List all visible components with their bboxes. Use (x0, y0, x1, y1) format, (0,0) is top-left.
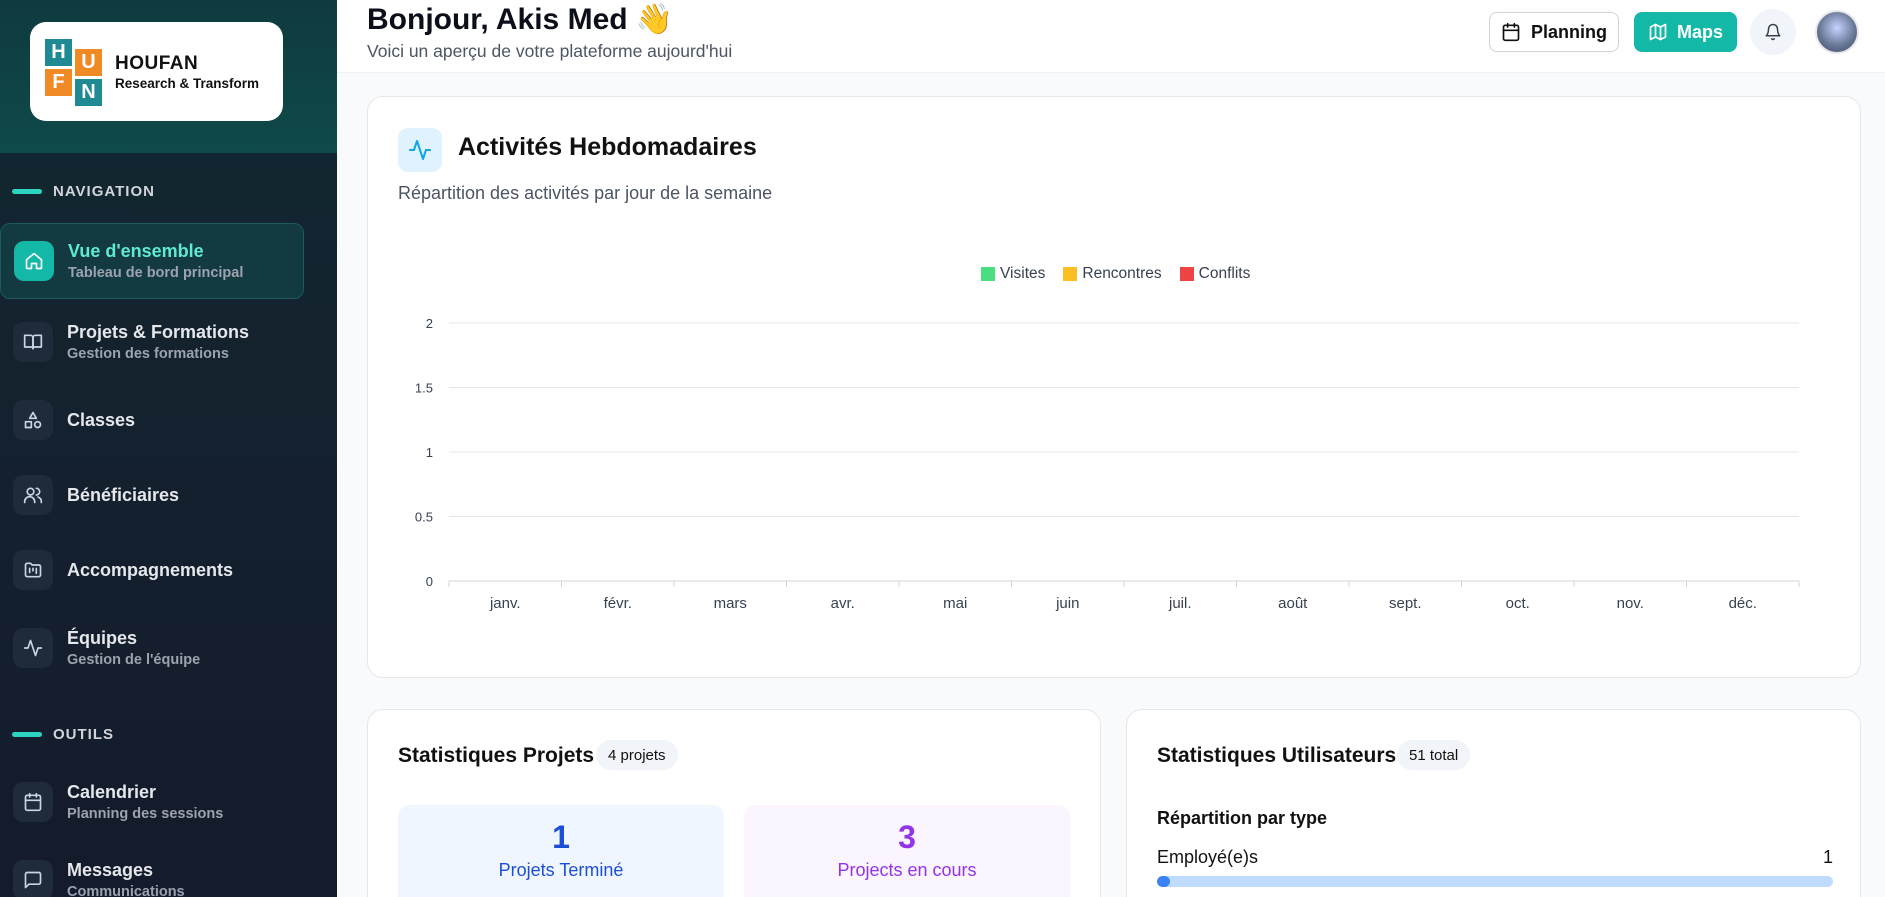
avatar[interactable] (1815, 10, 1859, 54)
message-square-icon (13, 860, 53, 897)
x-tick-label: juin (1055, 595, 1079, 612)
y-tick-label: 2 (426, 316, 433, 331)
x-tick-label: avr. (831, 595, 855, 612)
section-outils: OUTILS (12, 726, 114, 743)
kpi-value: 3 (898, 819, 916, 855)
section-navigation: NAVIGATION (12, 183, 155, 200)
sidebar-item-subtitle: Communications (67, 884, 185, 897)
maps-label: Maps (1676, 21, 1723, 42)
sidebar-item-subtitle: Planning des sessions (67, 806, 224, 822)
x-tick-label: août (1278, 595, 1308, 612)
folder-kanban-icon (13, 550, 53, 590)
y-tick-label: 0 (426, 574, 433, 589)
sidebar-item-subtitle: Gestion des formations (67, 346, 229, 362)
sidebar-item-beneficiaires[interactable]: Bénéficiaires (0, 457, 304, 533)
x-tick-label: janv. (489, 595, 521, 612)
user-stats-title: Statistiques Utilisateurs (1157, 744, 1397, 767)
kpi-value: 1 (552, 819, 570, 855)
sidebar-item-title: Classes (67, 409, 136, 430)
logo-letter-f: F (45, 68, 72, 96)
kpi-completed-projects[interactable]: 1 Projets Terminé (398, 805, 724, 897)
x-tick-label: mars (714, 595, 747, 612)
y-tick-label: 0.5 (415, 510, 433, 525)
x-tick-label: oct. (1506, 595, 1530, 612)
project-stats-card: Statistiques Projets 4 projets 1 Projets… (367, 709, 1101, 897)
activity-card: Activités Hebdomadaires Répartition des … (367, 96, 1861, 678)
logo-letter-u: U (75, 48, 102, 76)
notifications-button[interactable] (1750, 9, 1796, 55)
shapes-icon (13, 400, 53, 440)
kpi-ongoing-projects[interactable]: 3 Projects en cours (744, 805, 1070, 897)
book-open-icon (13, 322, 53, 362)
sidebar-item-calendrier[interactable]: Calendrier Planning des sessions (0, 764, 304, 840)
progress-fill (1157, 876, 1171, 887)
user-type-label: Employé(e)s (1157, 847, 1259, 867)
logo[interactable]: H U F N HOUFAN Research & Transform (30, 22, 283, 121)
user-stats-card: Statistiques Utilisateurs 51 total Répar… (1126, 709, 1861, 897)
page-title: Bonjour, Akis Med 👋 (367, 3, 674, 36)
kpi-label: Projets Terminé (498, 860, 624, 880)
logo-letter-n: N (75, 78, 102, 106)
sidebar-item-messages[interactable]: Messages Communications (0, 842, 304, 897)
brand-name: HOUFAN (115, 52, 199, 74)
x-tick-label: nov. (1617, 595, 1644, 612)
section-label: NAVIGATION (53, 183, 155, 200)
sidebar-item-title: Vue d'ensemble (68, 241, 204, 261)
section-label: OUTILS (53, 726, 114, 743)
sidebar-item-subtitle: Tableau de bord principal (68, 265, 244, 281)
project-count-badge: 4 projets (596, 740, 678, 770)
x-tick-label: mai (943, 595, 967, 612)
sidebar-item-overview[interactable]: Vue d'ensemble Tableau de bord principal (0, 223, 304, 299)
home-icon (14, 241, 54, 281)
top-header: Bonjour, Akis Med 👋 Voici un aperçu de v… (337, 0, 1885, 73)
planning-label: Planning (1531, 21, 1607, 42)
sidebar-item-projects[interactable]: Projets & Formations Gestion des formati… (0, 304, 304, 380)
user-type-progress (1157, 876, 1833, 887)
activity-icon (13, 628, 53, 668)
users-icon (13, 475, 53, 515)
user-type-heading: Répartition par type (1157, 808, 1328, 828)
planning-button[interactable]: Planning (1489, 12, 1619, 52)
sidebar-item-title: Bénéficiaires (67, 484, 180, 505)
activity-chart: 0 0.5 1 1.5 2 janv. févr. mars avr. mai juin juil. a… (415, 316, 1800, 612)
sidebar: H U F N HOUFAN Research & Transform NAVI… (0, 0, 337, 897)
sidebar-item-equipes[interactable]: Équipes Gestion de l'équipe (0, 610, 304, 686)
y-tick-label: 1.5 (415, 381, 433, 396)
sidebar-item-title: Accompagnements (67, 559, 234, 580)
x-tick-label: juil. (1168, 595, 1192, 612)
user-total-badge: 51 total (1397, 740, 1471, 770)
sidebar-item-accompagnements[interactable]: Accompagnements (0, 532, 304, 608)
brand-tagline: Research & Transform (115, 75, 260, 91)
page-subtitle: Voici un aperçu de votre plateforme aujo… (367, 41, 733, 61)
logo-mark: H U F N (45, 38, 105, 106)
user-type-count: 1 (1822, 847, 1833, 867)
sidebar-item-subtitle: Gestion de l'équipe (67, 652, 201, 668)
sidebar-item-title: Calendrier (67, 782, 157, 802)
sidebar-item-classes[interactable]: Classes (0, 382, 304, 458)
sidebar-item-title: Projets & Formations (67, 322, 250, 342)
map-icon (1649, 23, 1667, 41)
calendar-icon (1502, 22, 1520, 42)
sidebar-item-title: Équipes (67, 628, 138, 648)
maps-button[interactable]: Maps (1634, 12, 1737, 52)
logo-letter-h: H (45, 38, 72, 66)
x-tick-label: févr. (604, 595, 632, 612)
kpi-label: Projects en cours (837, 860, 977, 880)
sidebar-item-title: Messages (67, 860, 154, 880)
y-tick-label: 1 (426, 445, 433, 460)
project-stats-title: Statistiques Projets (398, 744, 595, 767)
bell-icon (1765, 23, 1781, 41)
calendar-icon (13, 782, 53, 822)
x-tick-label: sept. (1389, 595, 1422, 612)
logo-area: H U F N HOUFAN Research & Transform (0, 0, 337, 153)
x-tick-label: déc. (1729, 595, 1757, 612)
user-type-row: Employé(e)s 1 (1157, 847, 1833, 868)
